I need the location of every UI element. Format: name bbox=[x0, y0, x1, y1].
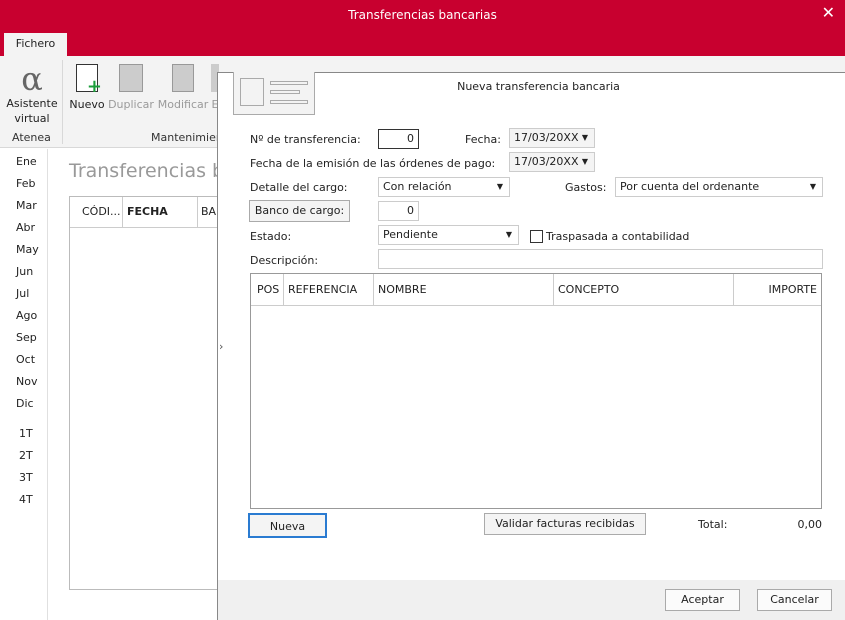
traspasada-checkbox[interactable] bbox=[530, 230, 543, 243]
emision-datepicker[interactable]: 17/03/20XX ▼ bbox=[509, 152, 595, 172]
month-item[interactable]: Jul bbox=[16, 287, 29, 300]
quarter-item[interactable]: 4T bbox=[19, 493, 33, 506]
gastos-select[interactable]: Por cuenta del ordenante ▼ bbox=[615, 177, 823, 197]
chevron-down-icon: ▼ bbox=[581, 133, 588, 142]
emision-label: Fecha de la emisión de las órdenes de pa… bbox=[250, 157, 496, 170]
column-header-fecha[interactable]: FECHA bbox=[123, 197, 198, 227]
new-document-icon: + bbox=[76, 64, 102, 97]
transfers-grid bbox=[69, 196, 219, 590]
quarter-item[interactable]: 2T bbox=[19, 449, 33, 462]
edit-icon bbox=[172, 64, 194, 92]
image-placeholder-icon bbox=[233, 72, 315, 115]
month-item[interactable]: Feb bbox=[16, 177, 35, 190]
quarter-item[interactable]: 3T bbox=[19, 471, 33, 484]
month-list: Ene Feb Mar Abr May Jun Jul Ago Sep Oct … bbox=[0, 149, 48, 620]
dialog-title: Nueva transferencia bancaria bbox=[457, 80, 620, 93]
month-item[interactable]: Abr bbox=[16, 221, 35, 234]
estado-label: Estado: bbox=[250, 230, 292, 243]
duplicate-icon bbox=[119, 64, 143, 92]
nueva-button[interactable]: Nueva bbox=[248, 513, 327, 538]
column-header-nombre[interactable]: NOMBRE bbox=[374, 274, 554, 305]
column-header-banco[interactable]: BA bbox=[198, 197, 217, 227]
ribbon-separator bbox=[62, 60, 63, 144]
validar-facturas-button[interactable]: Validar facturas recibidas bbox=[484, 513, 646, 535]
column-header-referencia[interactable]: REFERENCIA bbox=[284, 274, 374, 305]
grid-header-divider bbox=[70, 227, 218, 228]
month-item[interactable]: Oct bbox=[16, 353, 35, 366]
month-item[interactable]: Mar bbox=[16, 199, 37, 212]
banco-input[interactable]: 0 bbox=[378, 201, 419, 221]
group-label-atenea: Atenea bbox=[12, 131, 51, 144]
asistente-virtual-button[interactable]: α Asistente virtual bbox=[4, 62, 60, 126]
banco-de-cargo-button[interactable]: Banco de cargo: bbox=[249, 200, 350, 222]
month-item[interactable]: Dic bbox=[16, 397, 34, 410]
column-header-pos[interactable]: POS bbox=[251, 274, 284, 305]
num-transferencia-label: Nº de transferencia: bbox=[250, 133, 361, 146]
column-header-concepto[interactable]: CONCEPTO bbox=[554, 274, 734, 305]
month-item[interactable]: May bbox=[16, 243, 39, 256]
estado-select[interactable]: Pendiente ▼ bbox=[378, 225, 519, 245]
window-title: Transferencias bancarias bbox=[348, 8, 497, 22]
column-header-importe[interactable]: IMPORTE bbox=[734, 274, 821, 305]
gastos-label: Gastos: bbox=[565, 181, 607, 194]
num-transferencia-input[interactable]: 0 bbox=[378, 129, 419, 149]
cancelar-button[interactable]: Cancelar bbox=[757, 589, 832, 611]
month-item[interactable]: Ago bbox=[16, 309, 37, 322]
table-header-divider bbox=[251, 305, 821, 306]
detalle-select[interactable]: Con relación ▼ bbox=[378, 177, 510, 197]
fecha-label: Fecha: bbox=[465, 133, 501, 146]
alpha-icon: α bbox=[21, 60, 43, 98]
month-item[interactable]: Ene bbox=[16, 155, 37, 168]
month-item[interactable]: Sep bbox=[16, 331, 37, 344]
expand-chevron-icon[interactable]: › bbox=[219, 340, 223, 353]
chevron-down-icon: ▼ bbox=[505, 230, 512, 239]
month-item[interactable]: Jun bbox=[16, 265, 33, 278]
tab-fichero[interactable]: Fichero bbox=[4, 33, 67, 56]
fecha-datepicker[interactable]: 17/03/20XX ▼ bbox=[509, 128, 595, 148]
chevron-down-icon: ▼ bbox=[496, 182, 503, 191]
group-label-mantenimiento: Mantenimien bbox=[151, 131, 217, 144]
chevron-down-icon: ▼ bbox=[581, 157, 588, 166]
close-icon[interactable]: ✕ bbox=[822, 3, 835, 22]
total-value: 0,00 bbox=[797, 518, 823, 531]
duplicar-button[interactable]: Duplicar bbox=[108, 62, 154, 111]
traspasada-label: Traspasada a contabilidad bbox=[546, 230, 690, 243]
nuevo-button[interactable]: + Nuevo bbox=[68, 62, 106, 111]
chevron-down-icon: ▼ bbox=[809, 182, 816, 191]
dialog-footer bbox=[218, 580, 845, 620]
month-item[interactable]: Nov bbox=[16, 375, 37, 388]
total-label: Total: bbox=[698, 518, 728, 531]
column-header-codigo[interactable]: CÓDI... bbox=[70, 197, 123, 227]
lines-table bbox=[250, 273, 822, 509]
modificar-button[interactable]: Modificar bbox=[157, 62, 209, 111]
page-title: Transferencias ba bbox=[69, 160, 236, 182]
aceptar-button[interactable]: Aceptar bbox=[665, 589, 740, 611]
detalle-label: Detalle del cargo: bbox=[250, 181, 348, 194]
quarter-item[interactable]: 1T bbox=[19, 427, 33, 440]
descripcion-input[interactable] bbox=[378, 249, 823, 269]
descripcion-label: Descripción: bbox=[250, 254, 319, 267]
